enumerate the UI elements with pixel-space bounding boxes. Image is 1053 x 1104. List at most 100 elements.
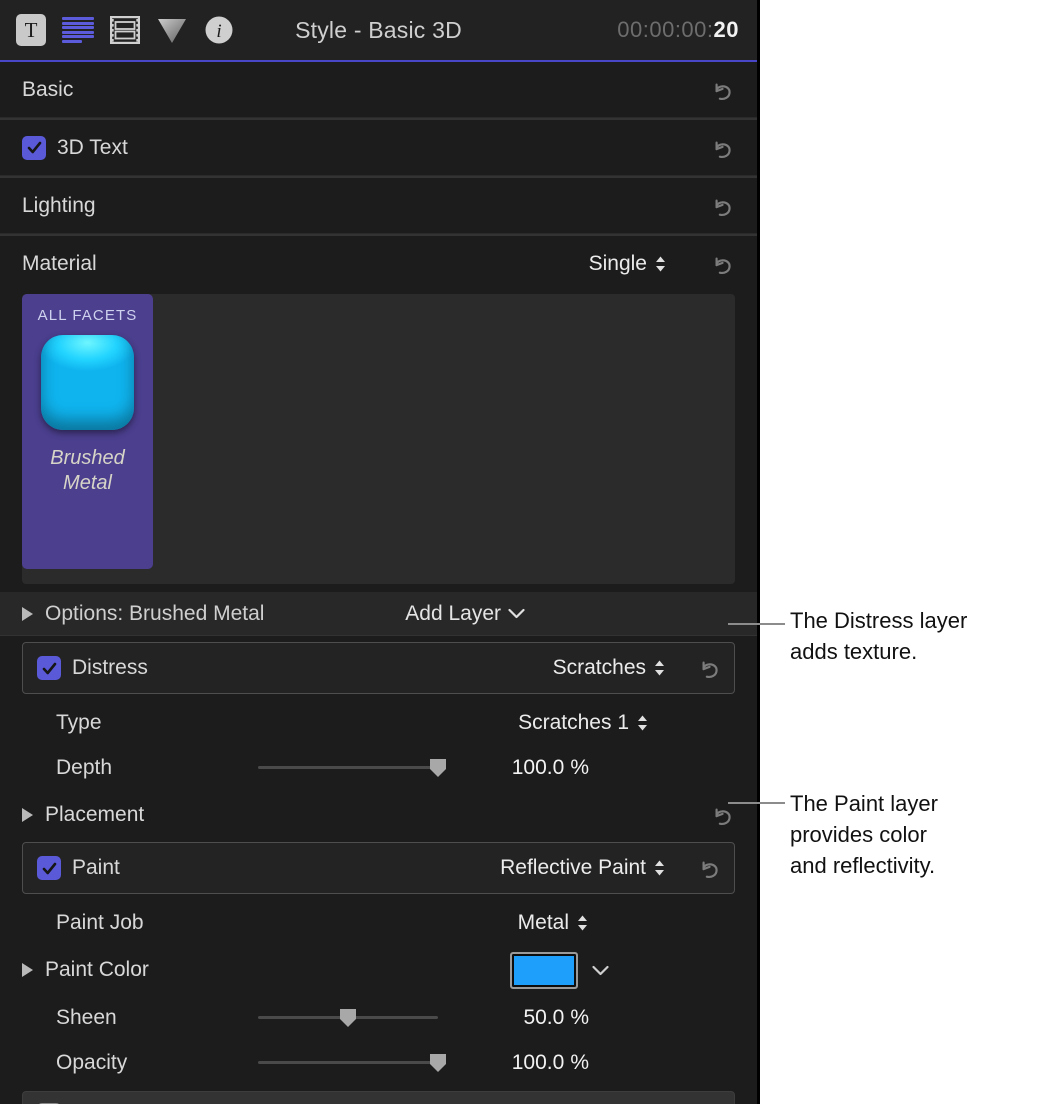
row-lighting[interactable]: Lighting <box>0 178 757 234</box>
slider-thumb[interactable] <box>429 758 447 778</box>
row-placement-label: Placement <box>45 803 145 826</box>
type-dropdown[interactable]: Scratches 1 <box>518 711 649 735</box>
slider-track <box>258 766 438 769</box>
row-type-label: Type <box>56 710 102 734</box>
slider-track <box>258 1061 438 1064</box>
reset-icon[interactable] <box>709 77 735 103</box>
material-name: Brushed Metal <box>50 446 125 495</box>
reset-icon[interactable] <box>709 193 735 219</box>
row-basic[interactable]: Basic <box>0 62 757 118</box>
callout-paint: The Paint layer provides color and refle… <box>790 788 1040 882</box>
text-icon[interactable]: T <box>16 14 46 46</box>
info-icon[interactable]: i <box>204 15 234 45</box>
material-mode-value: Single <box>588 252 647 275</box>
chevron-updown-icon <box>656 256 665 272</box>
callout-leader-line-paint <box>728 802 785 804</box>
disclosure-triangle-icon[interactable] <box>22 963 33 977</box>
paint-color-control[interactable] <box>510 951 609 989</box>
facet-label: ALL FACETS <box>37 307 138 324</box>
opacity-number: 100.0 <box>511 1050 565 1074</box>
sheen-number: 50.0 <box>523 1005 565 1029</box>
slider-thumb[interactable] <box>429 1053 447 1073</box>
svg-text:i: i <box>216 21 221 42</box>
row-3d-text-label: 3D Text <box>57 135 128 159</box>
add-layer-dropdown[interactable]: Add Layer <box>405 602 525 626</box>
reset-icon[interactable] <box>709 802 735 828</box>
depth-number: 100.0 <box>511 755 565 779</box>
row-3d-text[interactable]: 3D Text <box>0 120 757 176</box>
reset-icon[interactable] <box>696 655 722 681</box>
triangle-icon[interactable] <box>156 16 188 44</box>
timecode-display[interactable]: 00:00:00:20 <box>617 17 739 43</box>
distress-type-value: Scratches <box>552 656 646 679</box>
film-strip-icon[interactable] <box>110 16 140 44</box>
timecode-hms: 00:00:00: <box>617 17 714 42</box>
row-paint-color-label: Paint Color <box>45 958 149 981</box>
checkbox-distress[interactable] <box>37 656 61 680</box>
screenshot-root: T i Style - Basic 3D 00:00:00:20 Basic 3… <box>0 0 1053 1104</box>
row-paint[interactable]: Paint Reflective Paint <box>22 842 735 894</box>
color-well[interactable] <box>510 951 578 989</box>
depth-slider[interactable] <box>258 757 446 779</box>
row-distress[interactable]: Distress Scratches <box>22 642 735 694</box>
paint-type-dropdown[interactable]: Reflective Paint <box>500 856 666 880</box>
row-paint-job[interactable]: Paint Job Metal <box>0 900 757 945</box>
chevron-updown-icon <box>578 915 587 930</box>
row-options[interactable]: Options: Brushed Metal Add Layer <box>0 592 757 636</box>
row-paint-color[interactable]: Paint Color <box>0 945 757 995</box>
reset-icon[interactable] <box>709 251 735 277</box>
checkbox-paint[interactable] <box>37 856 61 880</box>
row-sheen-label: Sheen <box>56 1005 117 1029</box>
type-value: Scratches 1 <box>518 710 629 734</box>
row-options-label: Options: Brushed Metal <box>45 601 265 625</box>
row-depth[interactable]: Depth 100.0% <box>0 745 757 790</box>
disclosure-triangle-icon[interactable] <box>22 808 33 822</box>
inspector-titlebar: T i Style - Basic 3D 00:00:00:20 <box>0 0 757 62</box>
opacity-slider[interactable] <box>258 1052 446 1074</box>
reset-icon[interactable] <box>696 855 722 881</box>
paint-job-value: Metal <box>517 910 569 934</box>
chevron-updown-icon <box>638 715 647 730</box>
row-opacity-label: Opacity <box>56 1050 128 1074</box>
depth-unit: % <box>570 755 589 779</box>
row-finish[interactable]: Finish Brushed <box>22 1091 735 1104</box>
row-paint-label: Paint <box>72 856 120 879</box>
material-well[interactable]: ALL FACETS Brushed Metal <box>22 294 735 584</box>
material-preview-thumbnail <box>41 335 134 430</box>
row-paint-job-label: Paint Job <box>56 910 144 934</box>
distress-type-dropdown[interactable]: Scratches <box>553 656 666 680</box>
row-material[interactable]: Material Single <box>0 236 757 292</box>
row-opacity[interactable]: Opacity 100.0% <box>0 1040 757 1085</box>
slider-thumb[interactable] <box>339 1008 357 1028</box>
material-name-line1: Brushed <box>50 447 125 469</box>
sheen-slider[interactable] <box>258 1007 438 1029</box>
text-format-icon[interactable] <box>62 17 94 43</box>
row-placement[interactable]: Placement <box>0 790 757 840</box>
inspector-tab-icons: T i <box>16 14 234 46</box>
paint-type-value: Reflective Paint <box>500 856 646 879</box>
callout-leader-line-distress <box>728 623 785 625</box>
paint-job-dropdown[interactable]: Metal <box>518 911 589 935</box>
chevron-down-icon <box>508 608 525 619</box>
chevron-down-icon[interactable] <box>592 965 609 976</box>
callout-paint-line3: and reflectivity. <box>790 853 936 879</box>
callout-distress-line2: adds texture. <box>790 639 918 665</box>
row-basic-label: Basic <box>22 77 74 101</box>
callout-paint-line2: provides color <box>790 822 927 848</box>
row-depth-label: Depth <box>56 755 113 779</box>
row-sheen[interactable]: Sheen 50.0% <box>0 995 757 1040</box>
chevron-updown-icon <box>655 860 664 876</box>
depth-value[interactable]: 100.0% <box>469 756 589 780</box>
timecode-frames: 20 <box>713 17 739 42</box>
sheen-value[interactable]: 50.0% <box>469 1006 589 1030</box>
chevron-updown-icon <box>655 660 664 676</box>
row-type[interactable]: Type Scratches 1 <box>0 700 757 745</box>
opacity-value[interactable]: 100.0% <box>469 1051 589 1075</box>
callout-distress-line1: The Distress layer <box>790 608 968 633</box>
disclosure-triangle-icon[interactable] <box>22 606 33 621</box>
checkbox-3d-text[interactable] <box>22 135 46 160</box>
row-material-label: Material <box>22 252 97 275</box>
material-swatch-card[interactable]: ALL FACETS Brushed Metal <box>22 294 153 569</box>
material-mode-dropdown[interactable]: Single <box>589 252 667 276</box>
reset-icon[interactable] <box>709 135 735 161</box>
